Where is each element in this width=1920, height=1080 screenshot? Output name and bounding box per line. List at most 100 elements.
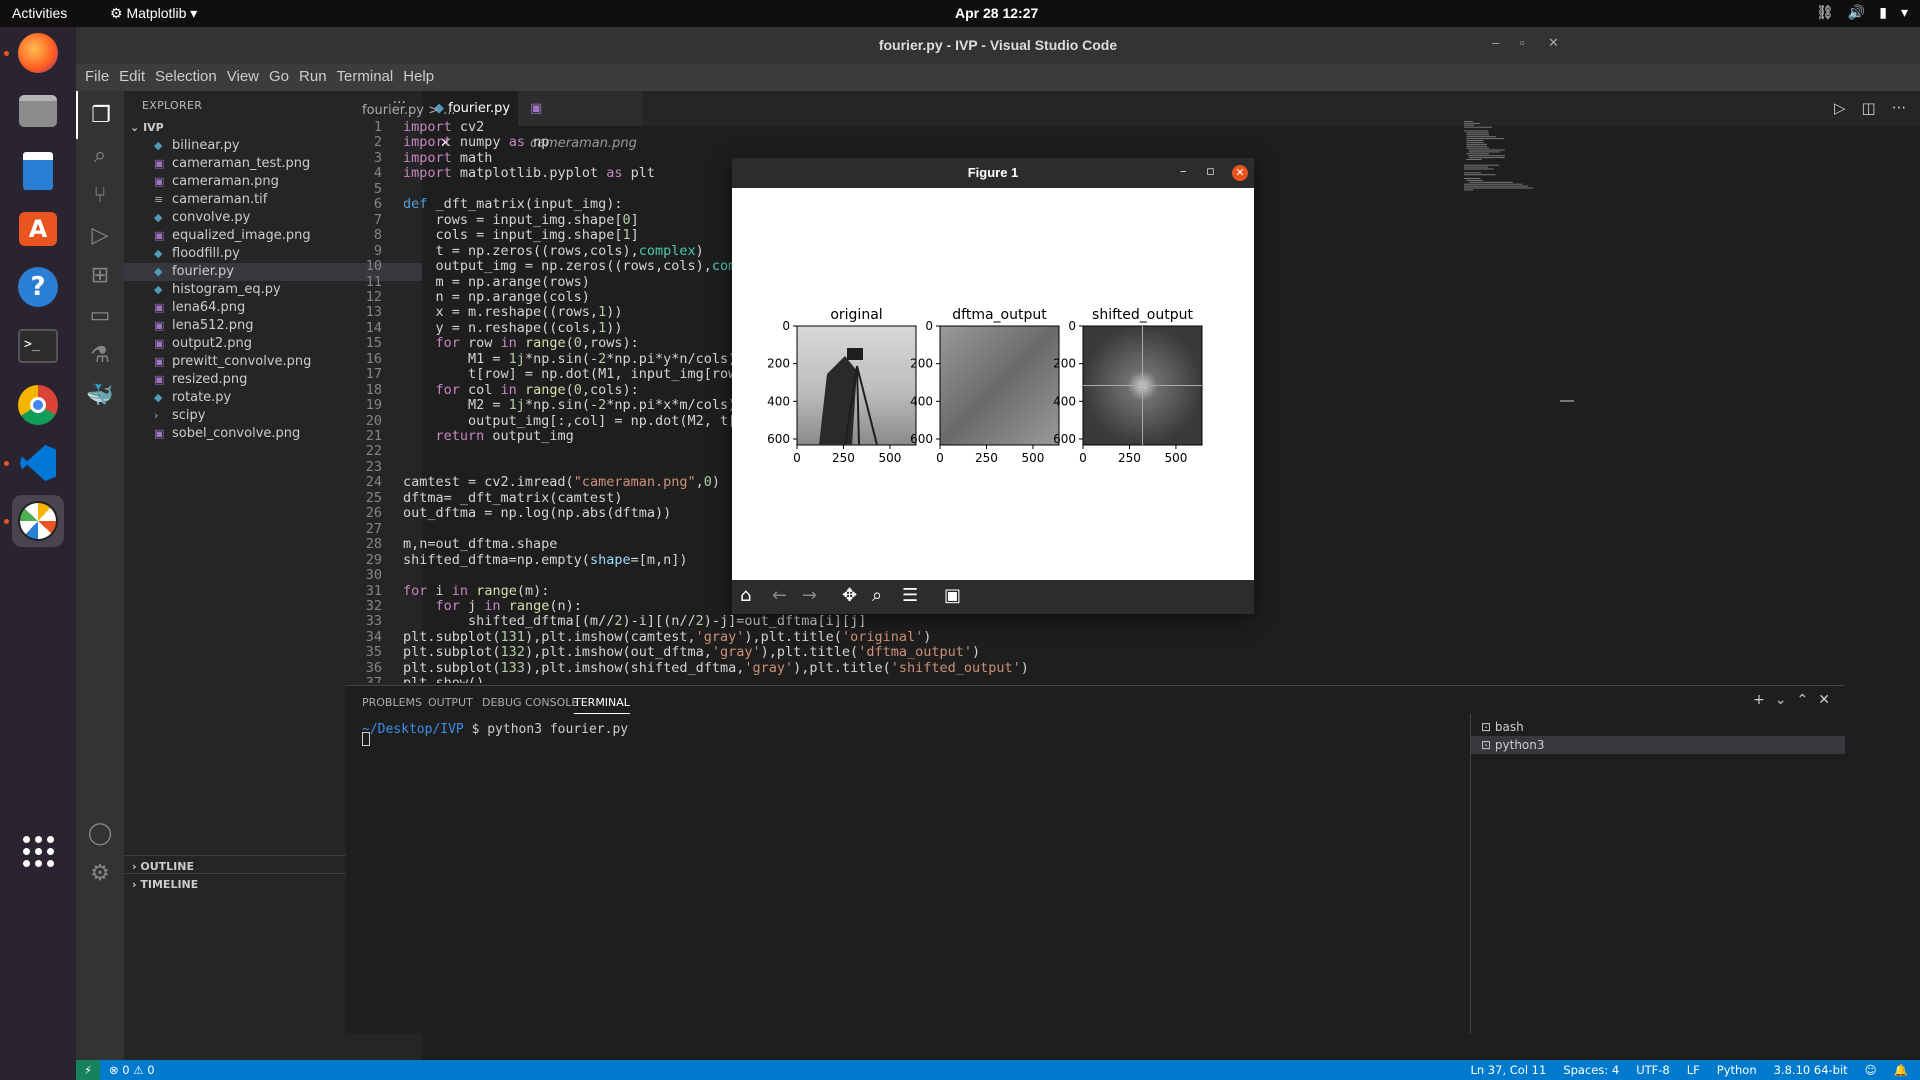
maximize-icon[interactable]: ▫ (1206, 164, 1215, 179)
figure-toolbar: ⌂ ← → ✥ ⌕ ☰ ▣ (732, 580, 1254, 614)
subplot-title: shifted_output (1092, 307, 1193, 323)
x-tick-label: 250 (975, 451, 998, 465)
line-number: 3 (373, 149, 382, 166)
file-label: output2.png (172, 336, 253, 351)
software-icon[interactable]: A (12, 203, 64, 255)
minimize-icon[interactable]: – (1180, 164, 1187, 179)
python-file-icon: ◆ (154, 247, 163, 260)
clock[interactable]: Apr 28 12:27 (955, 5, 1038, 21)
close-icon[interactable]: ✕ (1232, 165, 1248, 181)
vscode-icon[interactable] (12, 437, 64, 489)
problems-indicator[interactable]: ⊗ 0 ⚠ 0 (109, 1063, 155, 1077)
matplotlib-icon[interactable] (12, 495, 64, 547)
python-file-icon: ◆ (154, 139, 163, 152)
more-actions-icon[interactable]: ··· (1892, 99, 1906, 117)
cursor-position[interactable]: Ln 37, Col 11 (1470, 1063, 1546, 1077)
y-tick-label: 400 (910, 394, 933, 408)
end-of-line[interactable]: LF (1687, 1063, 1700, 1077)
zoom-icon[interactable]: ⌕ (872, 585, 882, 606)
top-bar: Activities ⚙ Matplotlib ▾ Apr 28 12:27 ⛓… (0, 0, 1920, 27)
firefox-icon[interactable] (12, 27, 64, 79)
tab-problems[interactable]: PROBLEMS (362, 696, 422, 709)
language-mode[interactable]: Python (1717, 1063, 1757, 1077)
maximize-icon[interactable]: ▫ (1520, 35, 1525, 50)
line-number: 20 (365, 412, 382, 429)
tab-output[interactable]: OUTPUT (428, 696, 473, 709)
add-terminal-icon[interactable]: + (1753, 692, 1765, 708)
docker-icon[interactable]: 🐳 (76, 371, 124, 419)
save-icon[interactable]: ▣ (944, 585, 961, 606)
show-apps-icon[interactable] (12, 825, 64, 877)
image-file-icon: ▣ (154, 319, 165, 332)
notifications-icon[interactable]: 🔔 (1894, 1063, 1908, 1077)
minimap-line (1466, 134, 1489, 136)
minimap-line (1464, 187, 1534, 189)
figure-canvas[interactable]: original 0 200 400 600 0 250 500 dftma_output 0 20… (732, 188, 1254, 580)
tab-debug-console[interactable]: DEBUG CONSOLE (482, 696, 578, 709)
scrollbar-marker (1560, 400, 1574, 402)
close-panel-icon[interactable]: ✕ (1818, 692, 1830, 708)
menu-run[interactable]: Run (294, 64, 332, 91)
code-line: for i in range(m): (403, 582, 550, 599)
line-number: 19 (365, 397, 382, 414)
subplot-image (939, 325, 1060, 446)
x-tick-label: 250 (1118, 451, 1141, 465)
configure-subplots-icon[interactable]: ☰ (902, 585, 918, 606)
chrome-icon[interactable] (12, 379, 64, 431)
python-interpreter[interactable]: 3.8.10 64-bit (1774, 1063, 1848, 1077)
minimap-line (1468, 157, 1505, 159)
chevron-down-icon[interactable]: ⌄ (1775, 692, 1787, 708)
system-tray[interactable]: ⛓ 🔊 ▮ ▾ (1816, 4, 1908, 21)
file-label: prewitt_convolve.png (172, 354, 312, 369)
y-tick-label: 600 (910, 432, 933, 446)
menu-file[interactable]: File (80, 64, 114, 91)
terminal-list: ⊡ bash ⊡ python3 (1470, 714, 1845, 1034)
minimap[interactable] (1460, 119, 1560, 199)
battery-icon: ▮ (1879, 4, 1887, 20)
terminal-icon[interactable]: >_ (12, 320, 64, 372)
activities-button[interactable]: Activities (12, 5, 67, 21)
file-label: floodfill.py (172, 246, 240, 261)
line-number: 10 (365, 258, 382, 275)
encoding[interactable]: UTF-8 (1636, 1063, 1670, 1077)
help-icon[interactable]: ? (12, 261, 64, 313)
menu-help[interactable]: Help (398, 64, 439, 91)
writer-icon[interactable] (12, 145, 64, 197)
file-label: rotate.py (172, 390, 232, 405)
menu-view[interactable]: View (222, 64, 264, 91)
split-editor-icon[interactable]: ◫ (1862, 99, 1876, 117)
line-number: 30 (365, 567, 382, 584)
python-file-icon: ◆ (154, 211, 163, 224)
forward-arrow-icon[interactable]: → (802, 585, 817, 606)
terminal-item-bash[interactable]: ⊡ bash (1471, 718, 1845, 736)
app-menu[interactable]: ⚙ Matplotlib ▾ (110, 5, 197, 22)
menu-edit[interactable]: Edit (114, 64, 150, 91)
network-icon: ⛓ (1816, 4, 1834, 20)
x-tick-label: 500 (1021, 451, 1044, 465)
breadcrumb[interactable]: fourier.py > ... (362, 103, 456, 118)
minimap-line (1466, 143, 1488, 145)
terminal-prompt[interactable]: ~/Desktop/IVP $ python3 fourier.py (362, 722, 628, 737)
image-file-icon: ▣ (154, 427, 165, 440)
close-icon[interactable]: ✕ (1548, 35, 1559, 51)
folder-ivp[interactable]: ⌄ IVP (130, 121, 164, 134)
home-icon[interactable]: ⌂ (740, 585, 751, 606)
minimap-line (1464, 122, 1481, 124)
tab-terminal[interactable]: TERMINAL (574, 696, 630, 714)
back-arrow-icon[interactable]: ← (772, 585, 787, 606)
maximize-panel-icon[interactable]: ⌃ (1797, 692, 1809, 708)
remote-indicator[interactable]: ⚡ (76, 1060, 100, 1080)
indentation[interactable]: Spaces: 4 (1563, 1063, 1619, 1077)
gear-icon[interactable]: ⚙ (76, 849, 124, 897)
menu-selection[interactable]: Selection (150, 64, 222, 91)
warning-icon: ⚠ (133, 1063, 144, 1077)
feedback-icon[interactable]: ☺ (1865, 1063, 1877, 1077)
minimize-icon[interactable]: – (1492, 35, 1499, 50)
pan-icon[interactable]: ✥ (842, 585, 857, 606)
menu-go[interactable]: Go (264, 64, 294, 91)
run-icon[interactable]: ▷ (1834, 99, 1846, 117)
terminal-item-python3[interactable]: ⊡ python3 (1471, 736, 1845, 754)
code-line: return output_img (435, 428, 574, 444)
menu-terminal[interactable]: Terminal (332, 64, 399, 91)
files-icon[interactable] (12, 85, 64, 137)
